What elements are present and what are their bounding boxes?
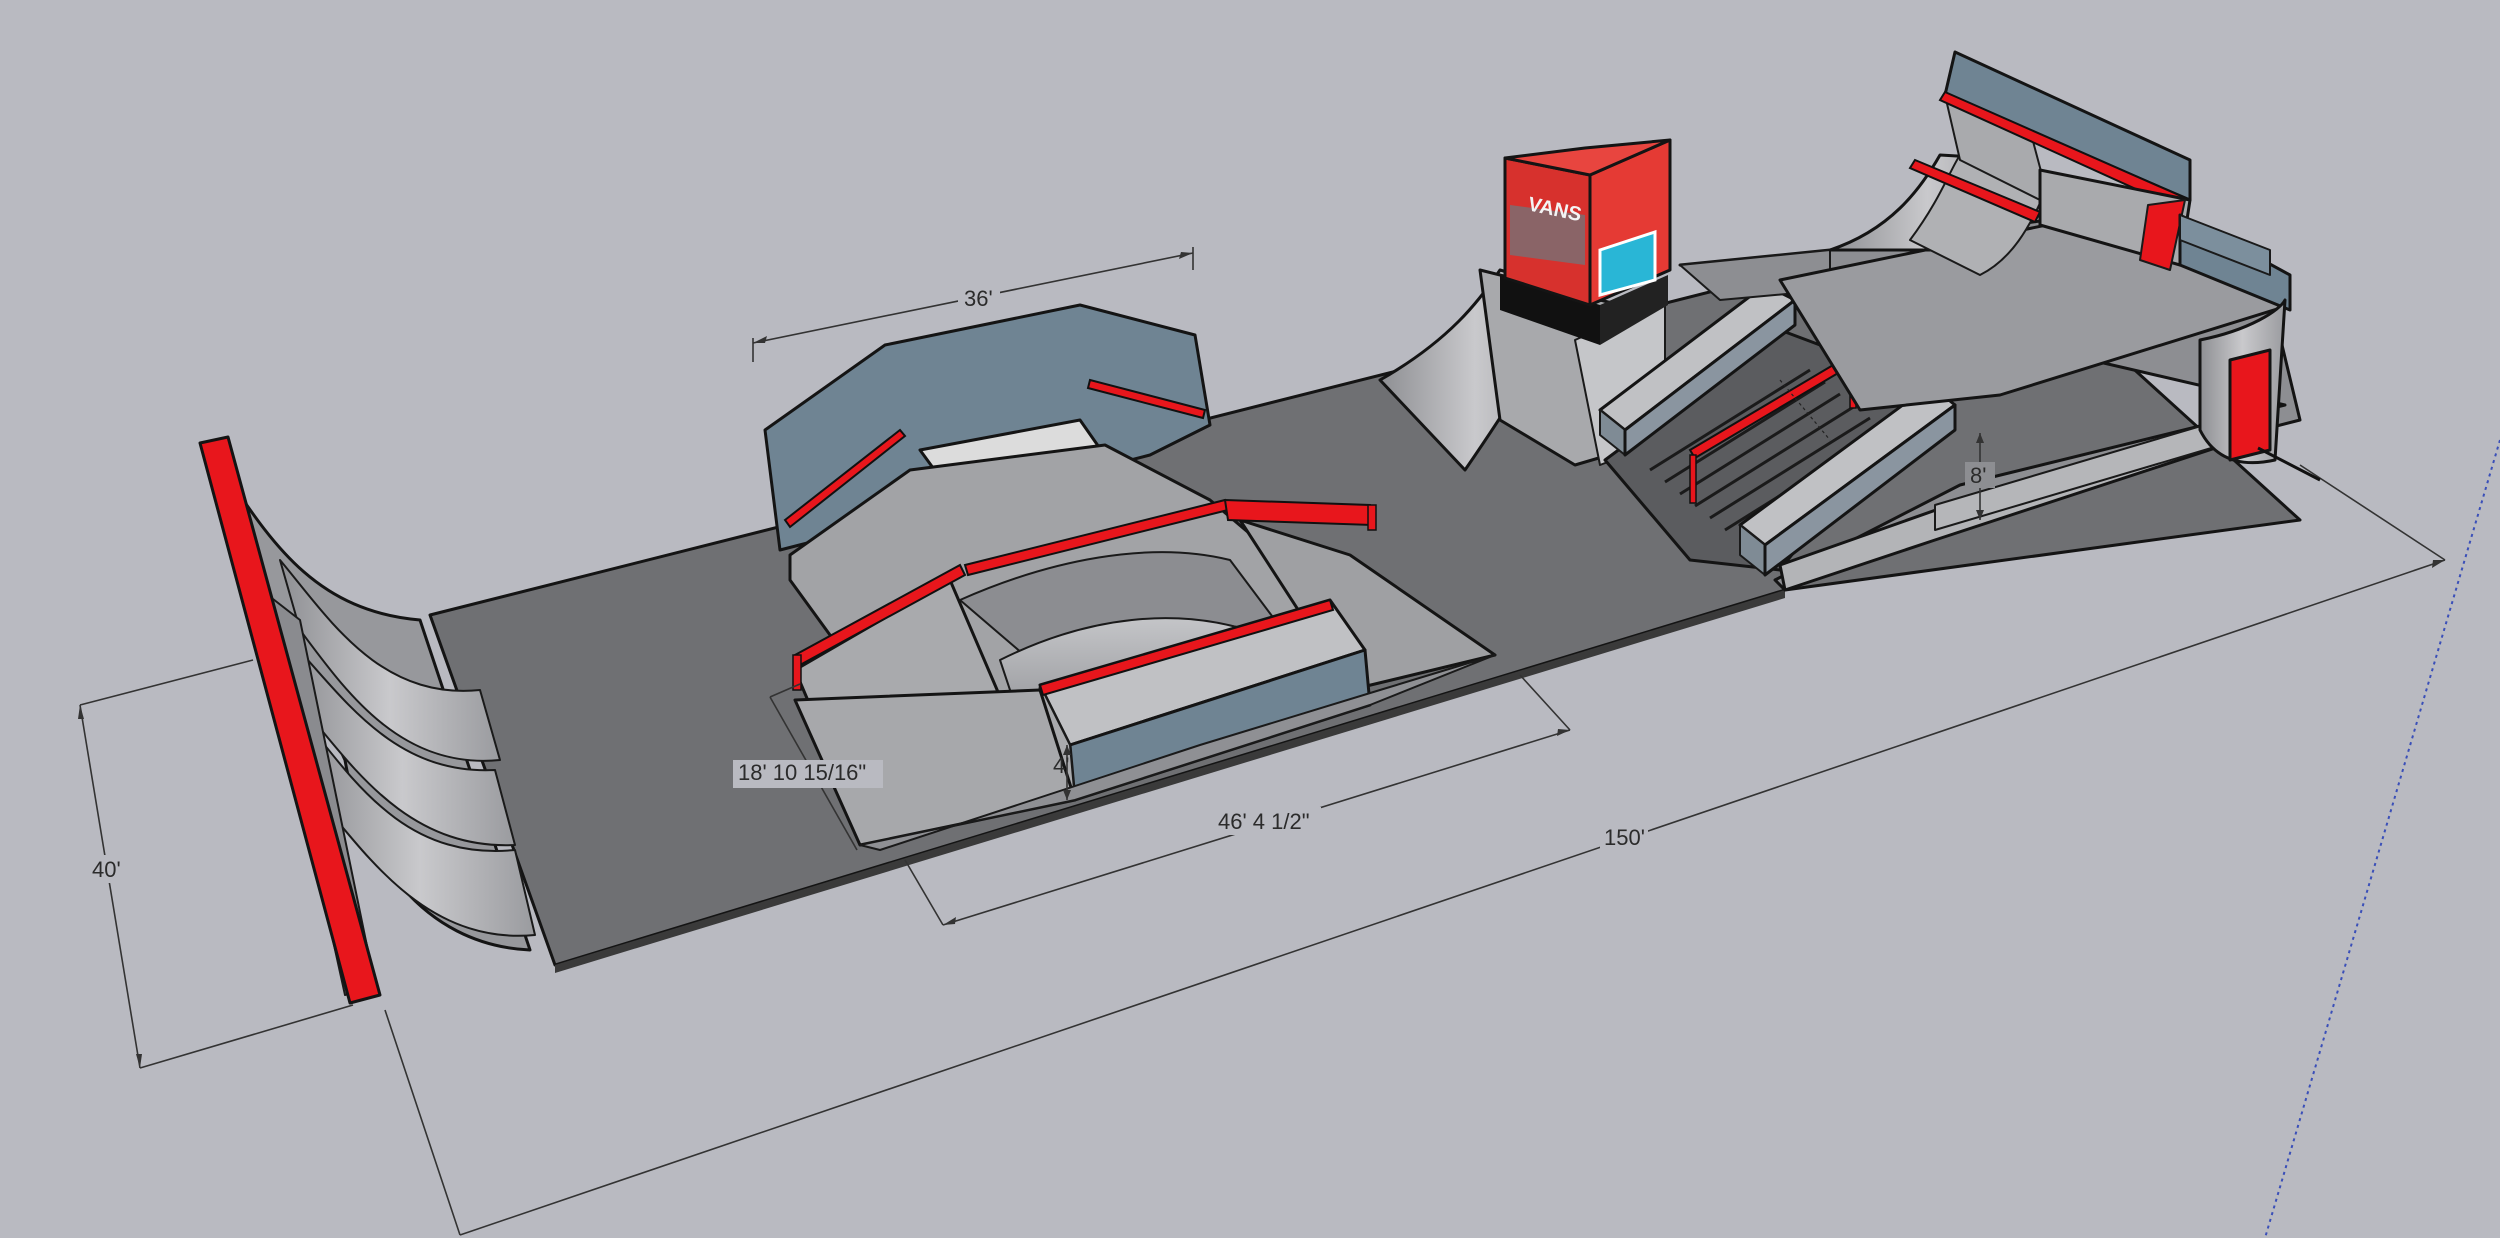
model-axis-line bbox=[2264, 439, 2500, 1238]
skatepark-model-view: VANS 36' 40' 18' 10 15/16" 4' 46' 4 1/2"… bbox=[78, 50, 2500, 1238]
dim-box-length: 46' 4 1/2" bbox=[1218, 809, 1310, 834]
left-quarter-pipes bbox=[198, 435, 536, 1005]
dim-height-a: 18' 10 15/16" bbox=[738, 760, 866, 785]
dim-width: 40' bbox=[92, 857, 121, 882]
right-red-side-wall bbox=[2228, 348, 2272, 462]
dim-top-width: 36' bbox=[964, 286, 993, 311]
dim-overall-length: 150' bbox=[1604, 825, 1645, 850]
dim-ramp-height: 8' bbox=[1970, 463, 1986, 488]
dim-box-height: 4' bbox=[1053, 753, 1069, 778]
